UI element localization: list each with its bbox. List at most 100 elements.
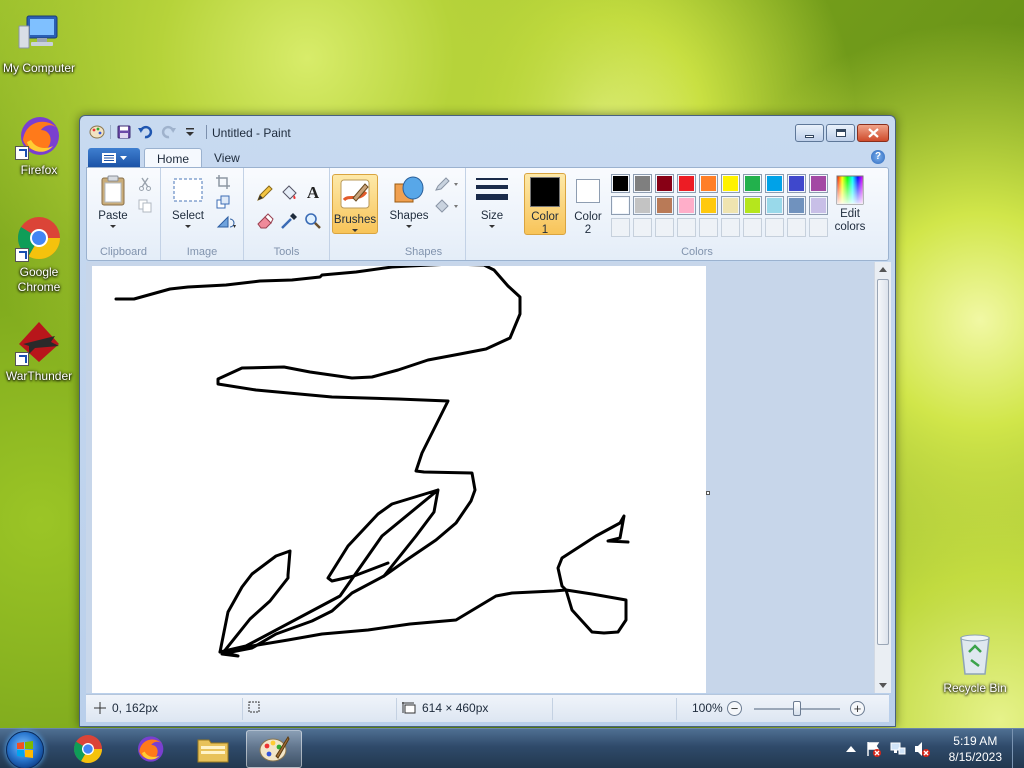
desktop-icon-my-computer[interactable]: My Computer [0,10,78,76]
palette-swatch[interactable] [677,196,696,215]
custom-color-slot[interactable] [677,218,696,237]
custom-color-slot[interactable] [787,218,806,237]
canvas-workspace[interactable] [86,262,874,693]
cursor-position: 0, 162px [94,701,158,715]
outline-pencil-icon [435,177,458,191]
network-icon[interactable] [890,741,906,757]
palette-swatch[interactable] [655,174,674,193]
start-button[interactable] [6,731,44,768]
select-button[interactable]: Select [169,174,207,228]
taskbar-file-explorer[interactable] [185,730,241,768]
custom-color-slot[interactable] [765,218,784,237]
size-button[interactable]: Size [472,174,512,228]
custom-color-slot[interactable] [611,218,630,237]
scroll-up-arrow-icon[interactable] [879,267,887,272]
tab-home[interactable]: Home [144,148,203,168]
palette-swatch[interactable] [743,196,762,215]
customize-qat-icon[interactable] [181,124,199,140]
desktop-icon-recycle-bin[interactable]: Recycle Bin [936,630,1014,696]
desktop-icon-warthunder[interactable]: WarThunder [0,318,78,384]
palette-swatch[interactable] [721,196,740,215]
paint-app-icon[interactable] [88,124,106,140]
color-picker-button[interactable] [278,210,300,232]
taskbar-clock[interactable]: 5:19 AM 8/15/2023 [949,733,1002,765]
outline-button[interactable] [432,174,462,194]
status-divider [676,698,677,720]
show-desktop-button[interactable] [1012,729,1024,768]
color2-button[interactable]: Color 2 [569,176,607,237]
close-button[interactable] [857,124,889,142]
shapes-button[interactable]: Shapes [388,174,430,228]
maximize-button[interactable] [826,124,855,142]
palette-swatch[interactable] [677,174,696,193]
custom-color-slot[interactable] [655,218,674,237]
redo-icon[interactable] [159,124,177,140]
copy-button[interactable] [135,196,155,216]
palette-swatch[interactable] [699,174,718,193]
taskbar-chrome[interactable] [60,730,116,768]
paste-button[interactable]: Paste [93,174,133,228]
paint-menu-button[interactable] [88,148,140,167]
title-bar[interactable]: Untitled - Paint [80,116,895,146]
crop-icon [216,175,230,189]
palette-swatch[interactable] [809,196,828,215]
palette-swatch[interactable] [655,196,674,215]
desktop-icon-label: Recycle Bin [943,681,1007,695]
zoom-slider-thumb[interactable] [793,701,801,716]
resize-button[interactable] [213,192,233,212]
desktop-icon-google-chrome[interactable]: Google Chrome [0,214,78,295]
crosshair-icon [94,702,106,714]
caption-buttons [795,124,889,142]
custom-color-slot[interactable] [721,218,740,237]
clock-date: 8/15/2023 [948,750,1002,764]
vertical-scrollbar[interactable] [874,262,891,693]
zoom-in-button[interactable]: + [850,701,865,716]
palette-swatch[interactable] [721,174,740,193]
custom-color-slot[interactable] [809,218,828,237]
custom-color-slot[interactable] [633,218,652,237]
palette-swatch[interactable] [743,174,762,193]
fill-shape-button[interactable] [432,196,462,216]
palette-swatch[interactable] [787,196,806,215]
taskbar-firefox[interactable] [122,730,178,768]
taskbar-paint[interactable] [246,730,302,768]
zoom-out-button[interactable]: − [727,701,742,716]
palette-swatch[interactable] [699,196,718,215]
custom-color-slot[interactable] [699,218,718,237]
tab-view[interactable]: View [202,148,252,168]
palette-swatch[interactable] [611,196,630,215]
volume-muted-icon[interactable] [914,741,930,757]
cut-button[interactable] [135,174,155,194]
palette-swatch[interactable] [765,174,784,193]
file-explorer-icon [197,739,229,763]
palette-swatch[interactable] [809,174,828,193]
color1-button[interactable]: Color 1 [524,173,566,236]
magnifier-button[interactable] [302,210,324,232]
drawing-canvas[interactable] [92,266,706,693]
save-icon[interactable] [115,124,133,140]
palette-swatch[interactable] [633,174,652,193]
scrollbar-thumb[interactable] [877,279,889,645]
canvas-resize-handle[interactable] [706,491,710,495]
crop-button[interactable] [213,172,233,192]
fill-button[interactable] [278,182,300,204]
custom-color-slot[interactable] [743,218,762,237]
edit-colors-button[interactable]: Edit colors [828,174,872,234]
palette-swatch[interactable] [787,174,806,193]
minimize-button[interactable] [795,124,824,142]
undo-icon[interactable] [137,124,155,140]
help-icon[interactable]: ? [871,150,885,164]
palette-swatch[interactable] [633,196,652,215]
scroll-down-arrow-icon[interactable] [879,683,887,688]
palette-swatch[interactable] [765,196,784,215]
fill-bucket-icon [435,199,458,213]
desktop-icon-firefox[interactable]: Firefox [0,112,78,178]
rotate-button[interactable] [213,212,241,232]
palette-swatch[interactable] [611,174,630,193]
show-hidden-icons-icon[interactable] [846,745,856,753]
text-button[interactable]: A [302,182,324,204]
pencil-button[interactable] [254,182,276,204]
brushes-button[interactable]: Brushes [332,174,378,234]
eraser-button[interactable] [254,210,276,232]
action-center-icon[interactable] [866,741,882,757]
